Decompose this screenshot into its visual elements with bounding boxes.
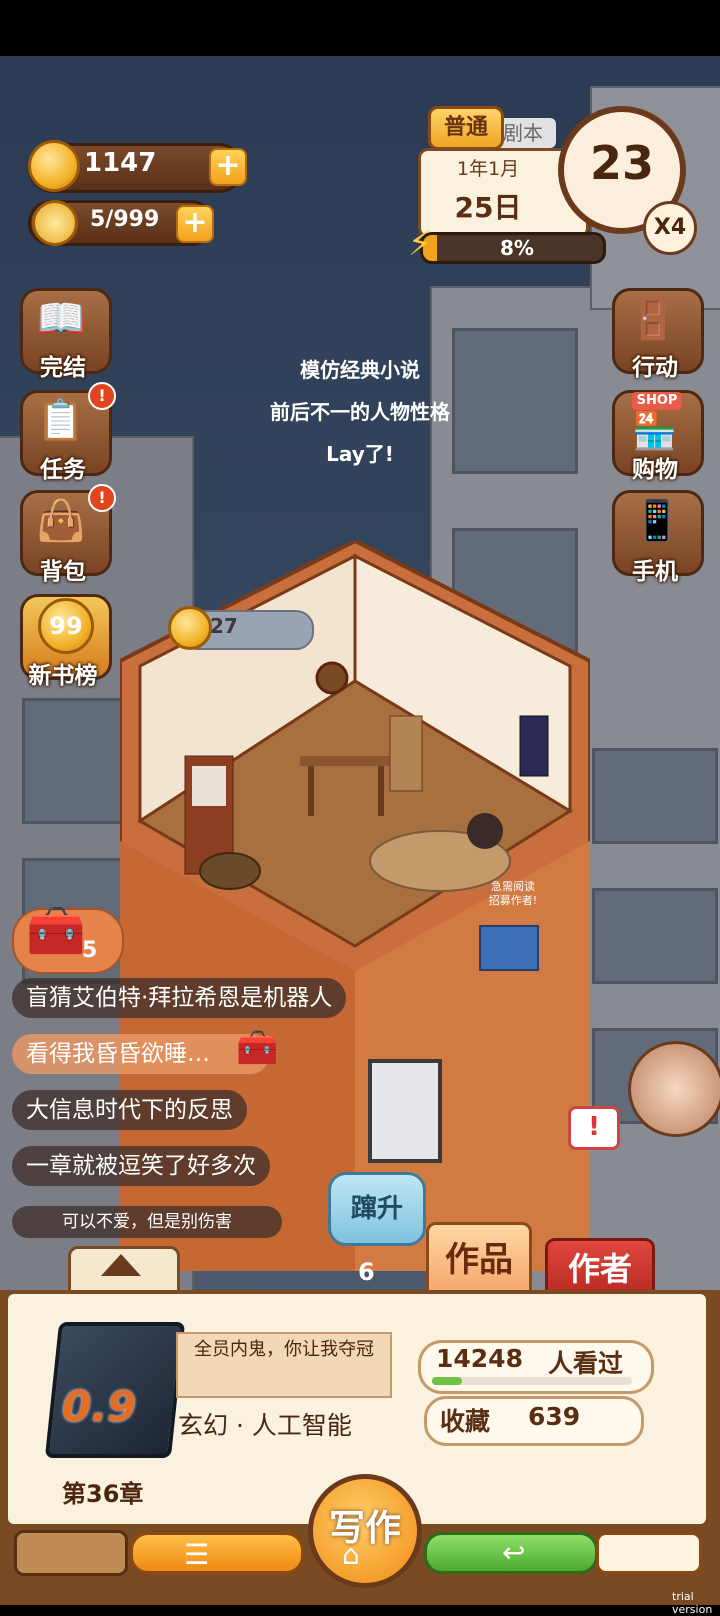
lightbulb-icon	[32, 200, 78, 246]
chapter-label: 第36章	[62, 1480, 144, 1508]
coin-bubble-amount: 27	[210, 614, 238, 638]
menu-icon[interactable]: ☰	[184, 1538, 209, 1571]
caption-line-3: Lay了!	[326, 442, 394, 466]
coin-icon	[168, 606, 212, 650]
caption-line-1: 模仿经典小说	[300, 358, 420, 382]
favorites-count: 639	[528, 1402, 581, 1431]
alert-icon[interactable]: !	[568, 1106, 620, 1150]
treasure-chest-icon: 🧰	[26, 903, 86, 959]
speed-button[interactable]: X4	[643, 201, 697, 255]
views-label: 人看过	[548, 1349, 624, 1378]
views-progress-track	[432, 1377, 632, 1385]
treasure-chest-icon: 🧰	[236, 1028, 279, 1068]
rise-count: 6	[358, 1258, 375, 1286]
views-progress-fill	[432, 1377, 462, 1385]
coin-amount: 1147	[84, 148, 157, 178]
add-coins-button[interactable]: +	[209, 148, 247, 186]
back-icon[interactable]: ↩	[502, 1536, 525, 1569]
date-month: 1年1月	[456, 158, 520, 180]
chevron-up-icon	[101, 1254, 141, 1276]
watermark: trial version	[672, 1590, 713, 1616]
caption-line-2: 前后不一的人物性格	[270, 400, 450, 424]
new-book-ranking-label: 新书榜	[28, 663, 98, 689]
coin-icon	[28, 140, 80, 192]
clock-value: 23	[589, 136, 654, 190]
book-icon: 📖	[36, 296, 86, 342]
bag-icon: 👜	[36, 498, 86, 544]
comment-bubble: 一章就被逗笑了好多次	[12, 1146, 270, 1186]
bag-alert-badge: !	[88, 484, 116, 512]
bottom-bar-orange[interactable]	[130, 1532, 304, 1574]
comment-bubble: 盲猜艾伯特·拜拉希恩是机器人	[12, 978, 347, 1018]
chest-count: 5	[82, 938, 98, 963]
favorites-label: 收藏	[440, 1407, 491, 1436]
rise-button[interactable]: 蹿升	[328, 1172, 426, 1246]
difficulty-badge[interactable]: 普通	[428, 106, 504, 150]
comment-bubble-highlighted[interactable]: 看得我昏昏欲睡…	[12, 1034, 270, 1074]
bottom-bar-slot[interactable]	[14, 1530, 128, 1576]
book-genre: 玄幻 · 人工智能	[178, 1411, 352, 1440]
home-icon[interactable]: ⌂	[342, 1538, 360, 1571]
add-energy-button[interactable]: +	[176, 205, 214, 243]
comment-bubble-faded: 可以不爱，但是别伤害	[12, 1206, 282, 1238]
bag-label: 背包	[40, 559, 86, 585]
book-title: 全员内鬼，你让我夺冠	[176, 1332, 392, 1398]
phone-icon: 📱	[632, 498, 682, 544]
lightning-icon[interactable]: ⚡	[408, 224, 432, 264]
recruit-poster: 急需阅读 招募作者!	[488, 880, 538, 907]
comment-bubble: 大信息时代下的反思	[12, 1090, 247, 1130]
energy-amount: 5/999	[90, 207, 160, 232]
ranking-99-icon: 99	[38, 598, 94, 654]
write-button[interactable]: 写作	[308, 1474, 422, 1588]
cover-rating: 0.9	[62, 1382, 137, 1431]
bottom-bar-slot-right[interactable]	[596, 1532, 702, 1574]
door-icon: 🚪	[628, 296, 678, 342]
views-count: 14248	[436, 1344, 523, 1373]
tab-works[interactable]: 作品	[426, 1222, 532, 1298]
phone-label: 手机	[632, 559, 678, 585]
progress-text: 8%	[500, 236, 534, 260]
assistant-character[interactable]	[628, 1041, 720, 1137]
date-day: 25日	[454, 191, 522, 224]
